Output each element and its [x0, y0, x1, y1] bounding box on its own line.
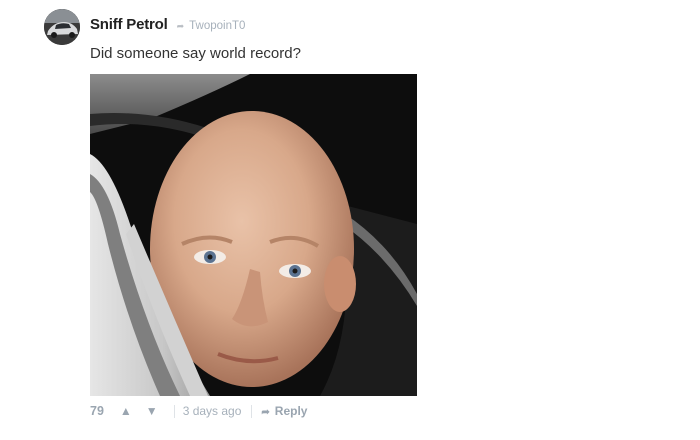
comment: Sniff Petrol ➦ TwopoinT0 Did someone say…: [0, 0, 700, 440]
reply-arrow-icon: ➦: [261, 407, 270, 418]
downvote-icon[interactable]: ▼: [146, 404, 158, 418]
reply-arrow-icon: ➦: [176, 21, 185, 31]
car-avatar-icon: [44, 9, 80, 45]
comment-image[interactable]: [90, 74, 417, 396]
divider: [251, 404, 253, 418]
comment-text: Did someone say world record?: [90, 45, 301, 62]
photo-image: [90, 74, 417, 396]
timestamp[interactable]: 3 days ago: [183, 404, 242, 418]
comment-header: Sniff Petrol ➦ TwopoinT0: [90, 16, 245, 33]
avatar[interactable]: [44, 9, 80, 45]
reply-label: Reply: [274, 404, 308, 418]
divider: [173, 404, 175, 418]
vote-score: 79: [90, 404, 104, 418]
reply-button[interactable]: ➦ Reply: [261, 404, 307, 418]
reply-to-user[interactable]: TwopoinT0: [189, 20, 245, 32]
upvote-icon[interactable]: ▲: [120, 404, 132, 418]
comment-footer: 79 ▲ ▼ 3 days ago ➦ Reply: [90, 404, 307, 418]
author-name[interactable]: Sniff Petrol: [90, 16, 168, 33]
